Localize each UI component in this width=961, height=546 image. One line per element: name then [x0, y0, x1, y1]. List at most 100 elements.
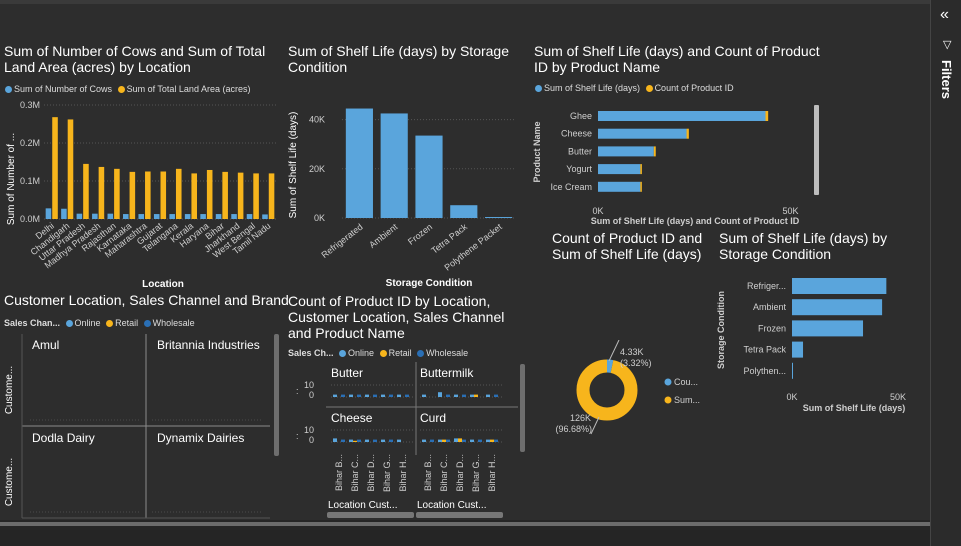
v5-xtick-label: Bihar C...	[439, 454, 449, 492]
v5-bar	[341, 394, 345, 397]
v5-bar	[442, 439, 446, 442]
v5-bar	[474, 394, 478, 397]
v5-bar	[381, 394, 385, 397]
v5-panel-title: Buttermilk	[420, 366, 474, 380]
v1-bar-cows	[122, 214, 129, 219]
v3-xtick-label: 50K	[782, 206, 798, 216]
filters-label[interactable]: Filters	[939, 60, 954, 99]
v1-bar-cows	[45, 208, 52, 219]
v1-bar-land	[191, 173, 198, 219]
v5-scrollbar[interactable]	[520, 364, 525, 452]
v1-bar-cows	[262, 214, 268, 219]
v5-bar	[486, 394, 490, 397]
v3-bar-count	[640, 181, 642, 192]
v5-bar	[470, 439, 474, 442]
v3-bar-count	[640, 164, 642, 175]
v5-xtick-label: Bihar B...	[334, 454, 344, 491]
legend-dot-count	[645, 85, 653, 92]
v5-bar	[422, 394, 426, 397]
v5-title: Count of Product ID by Location, Custome…	[288, 293, 505, 341]
v5-bar	[454, 394, 458, 397]
v5-bar	[381, 439, 385, 442]
v1-ytick-label: 0.3M	[20, 100, 40, 110]
v5-xtick-label: Bihar C...	[350, 454, 360, 492]
v1-bar-cows	[92, 213, 98, 219]
scrollbar-strip[interactable]	[0, 522, 930, 526]
legend-label-land: Sum of Total Land Area (acres)	[126, 84, 251, 94]
v7-bar	[792, 362, 793, 379]
v1-bar-cows	[61, 208, 67, 219]
v1-bar-land	[222, 171, 228, 219]
v1-bar-cows	[169, 214, 175, 219]
v5-legend-title: Sales Ch...	[288, 348, 334, 358]
v5-xtick-label: Bihar D...	[366, 454, 376, 492]
v2-ytick-label: 0K	[314, 213, 325, 223]
v6-leader-small	[608, 340, 620, 362]
v7-chart[interactable]: Refriger... Ambient Frozen Tetra Pack Polyth…	[714, 270, 924, 418]
v1-bar-land	[98, 166, 105, 219]
v2-xtick-label: Refrigerated	[319, 222, 364, 260]
v1-bar-land	[145, 171, 151, 219]
v4-chart[interactable]: Custome... Custome...	[0, 330, 285, 520]
legend-label-wholesale: Wholesale	[152, 318, 195, 328]
v5-bar	[357, 439, 361, 442]
filters-pane[interactable]: « ▽ Filters	[930, 0, 961, 546]
legend-label-shelf: Sum of Shelf Life (days)	[544, 83, 641, 93]
legend-dot-online	[65, 320, 73, 327]
v5-bar	[389, 394, 393, 397]
v7-bar	[792, 320, 864, 337]
v5-panel-title: Butter	[331, 366, 363, 380]
v7-xlabel: Sum of Shelf Life (days)	[803, 403, 906, 413]
v1-ylabel: Sum of Number of ...	[6, 133, 17, 225]
v5-bar	[438, 392, 442, 397]
v3-chart[interactable]: 0K 50K Ghee Cheese Butter Yogurt Ice Cream Prod…	[530, 97, 830, 227]
v2-bar	[415, 135, 443, 218]
v5-panel-title: Curd	[420, 411, 446, 425]
v5-xtick-label: Bihar H...	[487, 454, 497, 492]
v2-title: Sum of Shelf Life (days) by Storage Cond…	[288, 43, 509, 75]
v1-bar-land	[206, 169, 213, 219]
v5-bar	[478, 439, 482, 442]
v6-chart[interactable]: 4.33K(3.32%) 126K(96.68%) Cou... Sum...	[550, 340, 715, 440]
v1-bar-cows	[200, 214, 206, 219]
v5-bar	[357, 394, 361, 397]
v5-bar	[373, 439, 377, 442]
v5-bar	[462, 394, 466, 397]
legend-dot-wholesale	[143, 320, 151, 327]
v5-panel-title: Cheese	[331, 411, 373, 425]
legend-label-online: Online	[74, 318, 101, 328]
v1-ytick-label: 0.2M	[20, 138, 40, 148]
page-scrollbar[interactable]	[0, 520, 930, 546]
v4-scrollbar[interactable]	[274, 334, 279, 456]
v5-bar	[462, 439, 466, 442]
v1-bar-cows	[138, 214, 145, 219]
v3-bar-count	[686, 128, 689, 139]
v5-bar	[397, 439, 401, 442]
panel-britannia: Britannia Industries	[157, 338, 260, 352]
v5-xtick-label: Bihar G...	[382, 454, 392, 492]
v3-xlabel: Sum of Shelf Life (days) and Count of Pr…	[591, 216, 800, 226]
v1-bar-land	[52, 117, 58, 219]
v5-xtick-label: Bihar D...	[455, 454, 465, 492]
v3-bar-shelf	[598, 128, 687, 139]
v6-label-small-pct: (3.32%)	[620, 358, 652, 368]
v1-bar-land	[237, 172, 244, 219]
v1-bar-cows	[231, 214, 237, 219]
v5-bar	[333, 438, 337, 442]
v1-ytick-label: 0.1M	[20, 176, 40, 186]
v5-bar	[446, 439, 450, 442]
v4-row-label: Custome...	[4, 366, 15, 414]
v3-ytick-label: Ghee	[570, 111, 592, 121]
v1-chart[interactable]: 0.0M0.1M0.2M0.3MDelhiChandigarhUttar Pra…	[0, 95, 285, 295]
v5-bar	[349, 394, 353, 397]
v5-bar	[365, 439, 369, 442]
v2-chart[interactable]: 0K20K40KRefrigerated Ambient FrozenTetra P…	[284, 85, 524, 293]
v5-chart[interactable]: Butter100:ButtermilkCheese100:CurdBihar …	[284, 360, 524, 520]
v1-bar-land	[83, 163, 89, 219]
v2-bar	[485, 217, 513, 218]
v1-bar-cows	[215, 214, 222, 219]
double-chevron-left-icon[interactable]: «	[940, 6, 949, 24]
v5-bar	[454, 438, 458, 442]
v3-ytick-label: Ice Cream	[550, 182, 592, 192]
v1-bar-land	[129, 171, 136, 219]
